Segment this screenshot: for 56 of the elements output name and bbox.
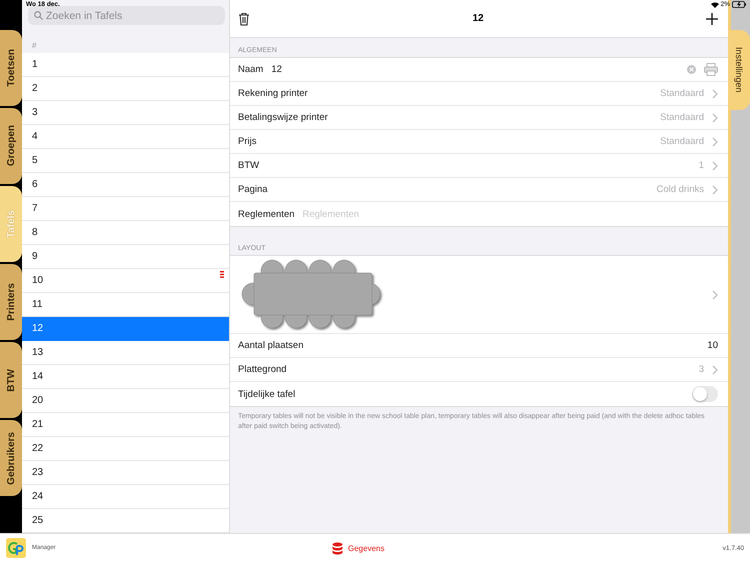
table-list-item[interactable]: 20: [22, 389, 229, 413]
clear-icon[interactable]: [687, 65, 696, 74]
name-field[interactable]: 12: [271, 64, 679, 75]
table-list-item[interactable]: 23: [22, 461, 229, 485]
add-icon[interactable]: [706, 12, 718, 24]
table-list-item[interactable]: 1: [22, 53, 229, 77]
settings-row[interactable]: Betalingswijze printer Standaard: [230, 106, 728, 130]
table-list-item[interactable]: 24: [22, 485, 229, 509]
field-label: Naam: [238, 64, 264, 75]
printer-icon[interactable]: [704, 63, 718, 76]
settings-row[interactable]: Rekening printer Standaard: [230, 82, 728, 106]
table-list-item[interactable]: 3: [22, 101, 229, 125]
field-label: Reglementen: [238, 208, 295, 220]
search-icon: [34, 11, 43, 20]
app-logo: [6, 538, 26, 558]
chevron-icon: [712, 136, 718, 146]
page-title: 12: [472, 13, 484, 24]
side-tab[interactable]: Gebruikers: [0, 420, 22, 496]
chevron-icon: [712, 112, 718, 122]
row-value: 10: [707, 340, 718, 351]
side-tab[interactable]: Printers: [0, 264, 22, 340]
side-tab[interactable]: Groepen: [0, 108, 22, 184]
table-list-item[interactable]: 22: [22, 437, 229, 461]
settings-row[interactable]: Prijs Standaard: [230, 130, 728, 154]
side-tab[interactable]: BTW: [0, 342, 22, 418]
settings-tab[interactable]: Instellingen: [728, 30, 750, 110]
table-list-item[interactable]: 12: [22, 317, 229, 341]
table-list-item[interactable]: 21: [22, 413, 229, 437]
table-list-item[interactable]: 6: [22, 173, 229, 197]
wifi-icon: [710, 2, 719, 8]
row-label: Aantal plaatsen: [238, 340, 304, 351]
table-list-item[interactable]: 7: [22, 197, 229, 221]
column-header: #: [31, 41, 38, 52]
row-label: Tijdelijke tafel: [238, 388, 296, 400]
table-list-item[interactable]: 4: [22, 125, 229, 149]
table-list-item[interactable]: 8: [22, 221, 229, 245]
table-list-item[interactable]: 13: [22, 341, 229, 365]
database-icon: [332, 542, 343, 554]
chevron-icon: [712, 290, 718, 300]
chevron-icon: [712, 88, 718, 98]
chevron-icon: [712, 364, 718, 374]
table-list-item[interactable]: 14: [22, 365, 229, 389]
side-tab[interactable]: Toetsen: [0, 30, 22, 106]
table-list-item[interactable]: 9: [22, 245, 229, 269]
settings-row[interactable]: BTW 1: [230, 154, 728, 178]
table-list-item[interactable]: 10: [22, 269, 229, 293]
table-list-item[interactable]: 5: [22, 149, 229, 173]
delete-icon[interactable]: [238, 12, 250, 26]
table-list-item[interactable]: 2: [22, 77, 229, 101]
settings-row[interactable]: Pagina Cold drinks: [230, 178, 728, 202]
chevron-icon: [712, 184, 718, 194]
data-tab[interactable]: Gegevens: [332, 542, 384, 554]
chevron-icon: [712, 160, 718, 170]
battery-icon: [732, 1, 746, 8]
settings-row[interactable]: Plattegrond 3: [230, 358, 728, 382]
toggle-switch[interactable]: [692, 386, 718, 402]
